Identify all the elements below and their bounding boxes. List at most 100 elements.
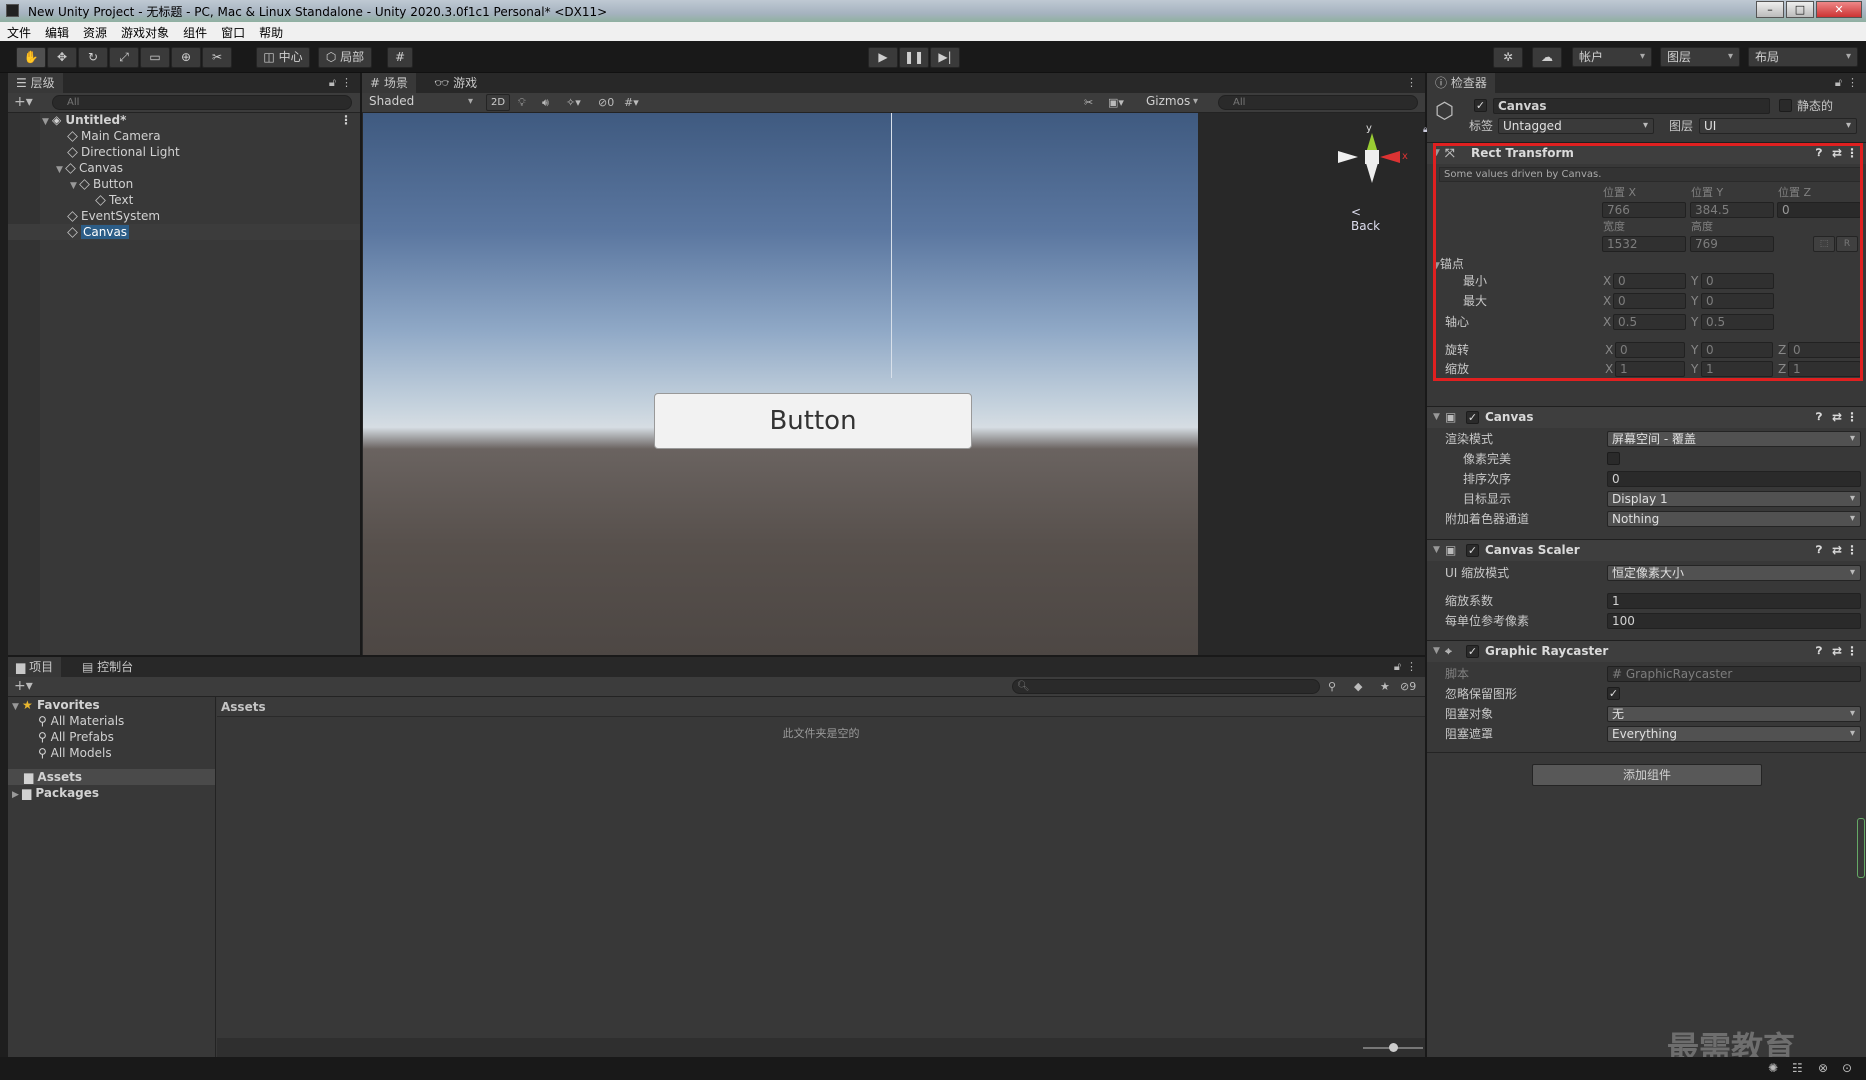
tab-console[interactable]: ▤ 控制台: [74, 657, 141, 677]
graphic-raycaster-header[interactable]: ▼ ⌖ ✓ Graphic Raycaster ❓︎ ⇄ ⋮: [1427, 640, 1866, 662]
layers-dropdown[interactable]: 图层: [1660, 47, 1740, 67]
component-menu-icon[interactable]: ⋮: [1846, 407, 1858, 428]
menu-help[interactable]: 帮助: [252, 22, 290, 41]
grid-toggle-icon[interactable]: #▾: [624, 97, 639, 109]
layer-dropdown[interactable]: UI: [1699, 118, 1857, 134]
favorite-all-models[interactable]: ⚲ All Models: [8, 745, 215, 761]
network-icon[interactable]: ☷: [1792, 1062, 1803, 1074]
lock-icon[interactable]: 🔓︎: [1394, 661, 1401, 673]
tab-hierarchy[interactable]: ☰ 层级: [8, 73, 63, 93]
shading-mode-dropdown[interactable]: Shaded: [363, 94, 479, 111]
blocking-mask-dropdown[interactable]: Everything: [1607, 726, 1861, 742]
auto-gen-lighting-icon[interactable]: ⊙: [1842, 1062, 1852, 1074]
hierarchy-item-button[interactable]: ▼ Button: [8, 176, 360, 192]
ui-scale-mode-dropdown[interactable]: 恒定像素大小: [1607, 565, 1861, 581]
active-checkbox[interactable]: ✓: [1474, 99, 1487, 112]
tab-project[interactable]: ▆ 项目: [8, 657, 62, 677]
minimize-button[interactable]: –: [1756, 1, 1784, 18]
add-component-button[interactable]: 添加组件: [1532, 764, 1762, 786]
favorites-row[interactable]: ▼ ★ Favorites: [8, 697, 215, 713]
menu-gameobject[interactable]: 游戏对象: [114, 22, 176, 41]
gizmo-neg-x-arrow[interactable]: [1338, 151, 1358, 163]
rect-tool-icon[interactable]: ▭: [140, 47, 170, 68]
component-menu-icon[interactable]: ⋮: [1846, 143, 1858, 164]
menu-file[interactable]: 文件: [0, 22, 38, 41]
raycaster-enabled-checkbox[interactable]: ✓: [1466, 645, 1479, 658]
tag-dropdown[interactable]: Untagged: [1498, 118, 1654, 134]
component-menu-icon[interactable]: ⋮: [1846, 641, 1858, 662]
pos-z-field[interactable]: 0: [1777, 202, 1861, 218]
scene-root-row[interactable]: ▼ ◈ Untitled* ⋮: [8, 112, 360, 128]
anchors-foldout[interactable]: ▼锚点: [1433, 256, 1464, 274]
audio-icon[interactable]: 🔊︎: [542, 97, 549, 109]
favorites-star-icon[interactable]: ★: [1380, 681, 1390, 693]
folder-assets[interactable]: ▆ Assets: [8, 769, 215, 785]
static-dropdown[interactable]: 静态的: [1797, 98, 1833, 114]
preset-icon[interactable]: ⇄: [1832, 540, 1842, 561]
hidden-packages-icon[interactable]: ⊘9: [1400, 681, 1416, 693]
static-checkbox[interactable]: [1779, 99, 1792, 112]
canvas-enabled-checkbox[interactable]: ✓: [1466, 411, 1479, 424]
favorite-all-prefabs[interactable]: ⚲ All Prefabs: [8, 729, 215, 745]
menu-window[interactable]: 窗口: [214, 22, 252, 41]
raw-edit-button[interactable]: R: [1836, 236, 1858, 252]
search-by-label-icon[interactable]: ◆: [1354, 681, 1362, 693]
tab-game[interactable]: 👓︎ 游戏: [426, 73, 485, 93]
gizmo-center-cube[interactable]: [1365, 150, 1379, 164]
help-icon[interactable]: ❓︎: [1816, 540, 1822, 561]
step-button[interactable]: ▶|: [930, 47, 960, 68]
pause-button[interactable]: ❚❚: [899, 47, 929, 68]
preset-icon[interactable]: ⇄: [1832, 407, 1842, 428]
maximize-button[interactable]: □: [1786, 1, 1814, 18]
target-display-dropdown[interactable]: Display 1: [1607, 491, 1861, 507]
blueprint-mode-icon[interactable]: ⬚: [1813, 236, 1835, 252]
scale-tool-icon[interactable]: ⤢: [109, 47, 139, 68]
menu-component[interactable]: 组件: [176, 22, 214, 41]
hierarchy-item-main-camera[interactable]: Main Camera: [8, 128, 360, 144]
account-dropdown[interactable]: 帐户: [1572, 47, 1652, 67]
blocking-objects-dropdown[interactable]: 无: [1607, 706, 1861, 722]
hidden-objects-icon[interactable]: ⊘0: [598, 97, 614, 109]
gizmos-dropdown[interactable]: Gizmos: [1140, 94, 1204, 111]
hierarchy-item-directional-light[interactable]: Directional Light: [8, 144, 360, 160]
more-menu-icon[interactable]: ⋮: [1847, 77, 1858, 89]
close-button[interactable]: ✕: [1816, 1, 1862, 18]
lighting-icon[interactable]: 💡︎: [518, 97, 526, 109]
preset-icon[interactable]: ⇄: [1832, 641, 1842, 662]
gizmo-neg-y-arrow[interactable]: [1366, 163, 1378, 183]
tab-inspector[interactable]: ⓘ 检查器: [1427, 73, 1495, 93]
canvas-component-header[interactable]: ▼ ▣ ✓ Canvas ❓︎ ⇄ ⋮: [1427, 406, 1866, 428]
canvas-scaler-enabled-checkbox[interactable]: ✓: [1466, 544, 1479, 557]
scene-orientation-gizmo[interactable]: y x: [1338, 123, 1408, 193]
layout-dropdown[interactable]: 布局: [1748, 47, 1858, 67]
project-search-input[interactable]: 🔍︎: [1012, 679, 1320, 694]
component-menu-icon[interactable]: ⋮: [1846, 540, 1858, 561]
hand-tool-icon[interactable]: ✋: [16, 47, 46, 68]
scene-viewport[interactable]: Button y x 🔒︎ < Back: [363, 113, 1428, 655]
scene-ui-button[interactable]: Button: [654, 393, 972, 449]
menu-edit[interactable]: 编辑: [38, 22, 76, 41]
favorite-all-materials[interactable]: ⚲ All Materials: [8, 713, 215, 729]
lock-icon[interactable]: 🔓︎: [1835, 77, 1842, 89]
hierarchy-item-canvas[interactable]: ▼ Canvas: [8, 160, 360, 176]
lock-icon[interactable]: 🔓︎: [329, 77, 336, 89]
hierarchy-item-eventsystem[interactable]: EventSystem: [8, 208, 360, 224]
more-menu-icon[interactable]: ⋮: [1406, 661, 1417, 673]
grid-snap-icon[interactable]: #: [387, 47, 413, 68]
space-toggle-button[interactable]: ⬡ 局部: [318, 47, 372, 68]
sort-order-field[interactable]: 0: [1607, 471, 1861, 487]
icon-size-slider-thumb[interactable]: [1389, 1043, 1398, 1052]
gizmo-back-label[interactable]: < Back: [1351, 205, 1380, 233]
ignore-reversed-checkbox[interactable]: ✓: [1607, 687, 1620, 700]
create-dropdown-icon[interactable]: +▾: [14, 679, 33, 693]
transform-tool-icon[interactable]: ⊕: [171, 47, 201, 68]
collab-icon[interactable]: ✲: [1493, 47, 1523, 68]
effects-icon[interactable]: ✧▾: [566, 97, 581, 109]
scale-factor-field[interactable]: 1: [1607, 593, 1861, 609]
canvas-scaler-header[interactable]: ▼ ▣ ✓ Canvas Scaler ❓︎ ⇄ ⋮: [1427, 539, 1866, 561]
hierarchy-item-text[interactable]: Text: [8, 192, 360, 208]
help-icon[interactable]: ❓︎: [1816, 641, 1822, 662]
tab-scene[interactable]: # 场景: [362, 73, 416, 93]
project-breadcrumb[interactable]: Assets: [217, 697, 1425, 717]
pivot-toggle-button[interactable]: ◫ 中心: [256, 47, 310, 68]
